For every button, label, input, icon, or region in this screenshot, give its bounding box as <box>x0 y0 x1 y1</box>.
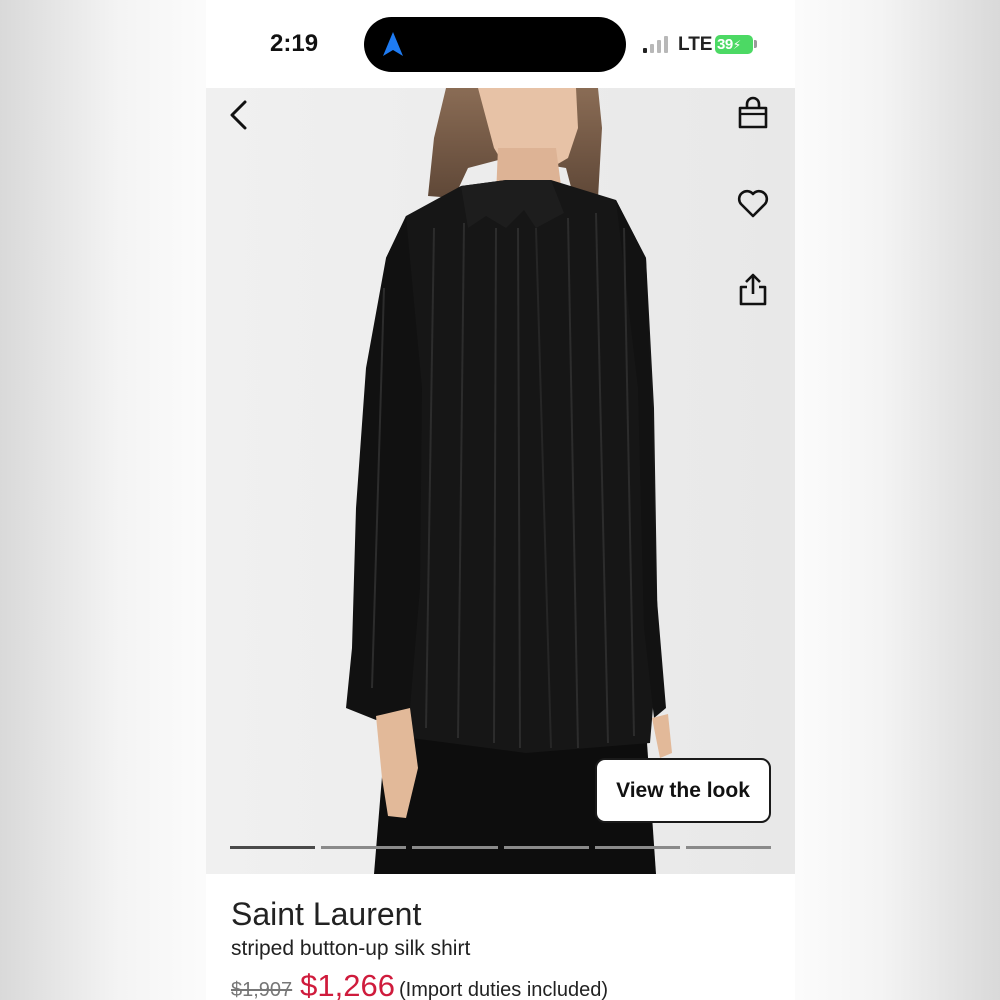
carousel-indicator <box>230 846 772 850</box>
product-photo[interactable] <box>206 88 795 874</box>
battery-indicator: 39⚡ <box>715 35 753 54</box>
carousel-segment[interactable] <box>230 846 316 849</box>
location-arrow-icon <box>383 32 403 56</box>
original-price: $1,907 <box>231 979 293 1000</box>
product-image-carousel[interactable]: View the look <box>206 88 795 874</box>
carousel-segment[interactable] <box>412 846 498 849</box>
phone-screen: 2:19 LTE 39⚡ View the look Saint Laurent… <box>206 0 795 1000</box>
product-info: Saint Laurent striped button-up silk shi… <box>206 874 795 1000</box>
dynamic-island <box>364 17 626 72</box>
cellular-signal-icon <box>643 36 668 53</box>
heart-icon[interactable] <box>736 188 770 220</box>
battery-tip <box>754 40 757 48</box>
price-row: $1,907 $1,266 (Import duties included) <box>231 968 608 1000</box>
brand-name[interactable]: Saint Laurent <box>231 896 421 933</box>
product-name: striped button-up silk shirt <box>231 937 471 960</box>
carousel-segment[interactable] <box>321 846 407 849</box>
carousel-segment[interactable] <box>685 846 772 849</box>
carousel-segment[interactable] <box>503 846 589 849</box>
status-time: 2:19 <box>270 30 319 57</box>
view-the-look-button[interactable]: View the look <box>595 758 771 823</box>
sale-price: $1,266 <box>300 968 395 1000</box>
shopping-bag-icon[interactable] <box>736 96 770 130</box>
battery-level: 39 <box>717 36 733 53</box>
network-type: LTE <box>678 34 713 55</box>
carousel-segment[interactable] <box>594 846 680 849</box>
charging-icon: ⚡ <box>732 38 741 52</box>
share-icon[interactable] <box>738 272 768 308</box>
status-bar: 2:19 LTE 39⚡ <box>206 0 795 88</box>
back-chevron-icon[interactable] <box>224 98 254 132</box>
price-note: (Import duties included) <box>399 979 608 1000</box>
